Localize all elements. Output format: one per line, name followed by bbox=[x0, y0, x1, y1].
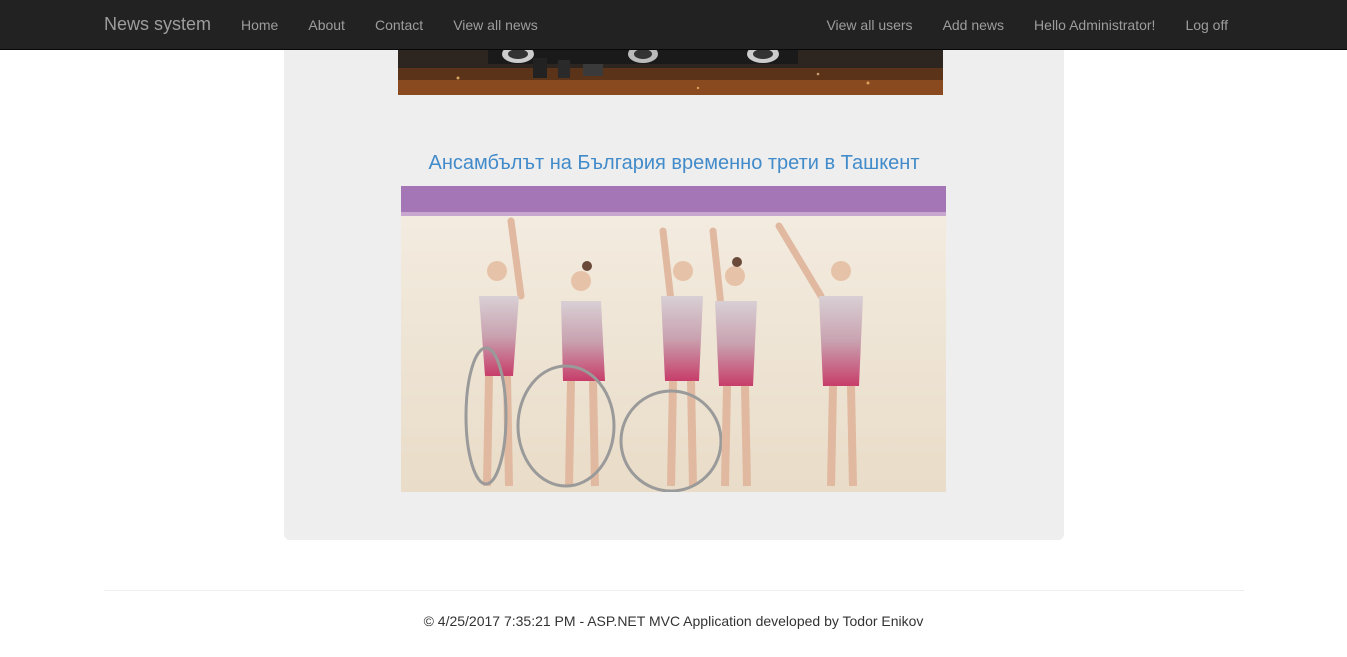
nav-item-contact: Contact bbox=[360, 0, 438, 50]
nav-item-view-all-users: View all users bbox=[811, 0, 927, 50]
news-image-car[interactable] bbox=[398, 50, 943, 95]
nav-item-add-news: Add news bbox=[928, 0, 1019, 50]
car-photo-illustration bbox=[398, 50, 943, 95]
news-image-gymnastics[interactable] bbox=[401, 186, 946, 492]
log-off-link[interactable]: Log off bbox=[1170, 0, 1243, 50]
user-nav: View all users Add news Hello Administra… bbox=[811, 0, 1243, 50]
nav-view-all-news-link[interactable]: View all news bbox=[438, 0, 553, 50]
nav-item-home: Home bbox=[226, 0, 293, 50]
nav-contact-link[interactable]: Contact bbox=[360, 0, 438, 50]
nav-item-log-off: Log off bbox=[1170, 0, 1243, 50]
footer-divider bbox=[104, 590, 1244, 591]
nav-item-view-all-news: View all news bbox=[438, 0, 553, 50]
footer-text: © 4/25/2017 7:35:21 PM - ASP.NET MVC App… bbox=[423, 613, 924, 629]
nav-about-link[interactable]: About bbox=[293, 0, 360, 50]
nav-home-link[interactable]: Home bbox=[226, 0, 293, 50]
user-greeting-link[interactable]: Hello Administrator! bbox=[1019, 0, 1170, 50]
nav-view-all-users-link[interactable]: View all users bbox=[811, 0, 927, 50]
page-footer: © 4/25/2017 7:35:21 PM - ASP.NET MVC App… bbox=[0, 611, 1347, 631]
gymnastics-photo-illustration bbox=[401, 186, 946, 492]
nav-item-user-greeting: Hello Administrator! bbox=[1019, 0, 1170, 50]
brand-link[interactable]: News system bbox=[104, 13, 211, 35]
nav-item-about: About bbox=[293, 0, 360, 50]
top-navbar: News system Home About Contact View all … bbox=[0, 0, 1347, 50]
nav-add-news-link[interactable]: Add news bbox=[928, 0, 1019, 50]
news-title-link[interactable]: Ансамбълът на България временно трети в … bbox=[284, 148, 1064, 178]
main-nav: Home About Contact View all news bbox=[226, 0, 553, 50]
